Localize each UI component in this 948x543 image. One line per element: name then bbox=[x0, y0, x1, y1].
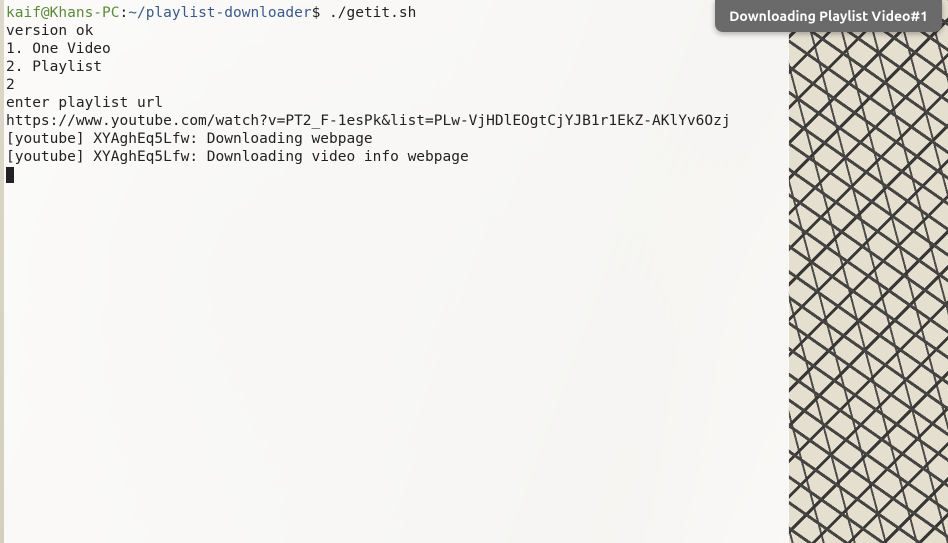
terminal-line: 2 bbox=[6, 76, 789, 94]
terminal-line: 1. One Video bbox=[6, 40, 789, 58]
terminal-cursor-line bbox=[6, 166, 789, 184]
prompt-sep1: : bbox=[120, 5, 129, 21]
prompt-user-host: kaif@Khans-PC bbox=[6, 5, 120, 21]
prompt-sep2: $ bbox=[312, 5, 329, 21]
terminal-line: version ok bbox=[6, 22, 789, 40]
terminal-cursor bbox=[6, 167, 14, 183]
terminal-line: [youtube] XYAghEq5Lfw: Downloading video… bbox=[6, 148, 789, 166]
prompt-command: ./getit.sh bbox=[329, 5, 416, 21]
terminal-line: 2. Playlist bbox=[6, 58, 789, 76]
prompt-path: ~/playlist-downloader bbox=[128, 5, 311, 21]
notification-toast[interactable]: Downloading Playlist Video#1 bbox=[715, 0, 942, 32]
terminal-line: [youtube] XYAghEq5Lfw: Downloading webpa… bbox=[6, 130, 789, 148]
terminal-prompt-line: kaif@Khans-PC:~/playlist-downloader$ ./g… bbox=[6, 4, 789, 22]
wallpaper-arm-pattern bbox=[788, 0, 948, 543]
terminal-window[interactable]: kaif@Khans-PC:~/playlist-downloader$ ./g… bbox=[4, 0, 789, 543]
terminal-line: enter playlist url bbox=[6, 94, 789, 112]
terminal-line: https://www.youtube.com/watch?v=PT2_F-1e… bbox=[6, 112, 789, 130]
notification-text: Downloading Playlist Video#1 bbox=[729, 7, 928, 25]
